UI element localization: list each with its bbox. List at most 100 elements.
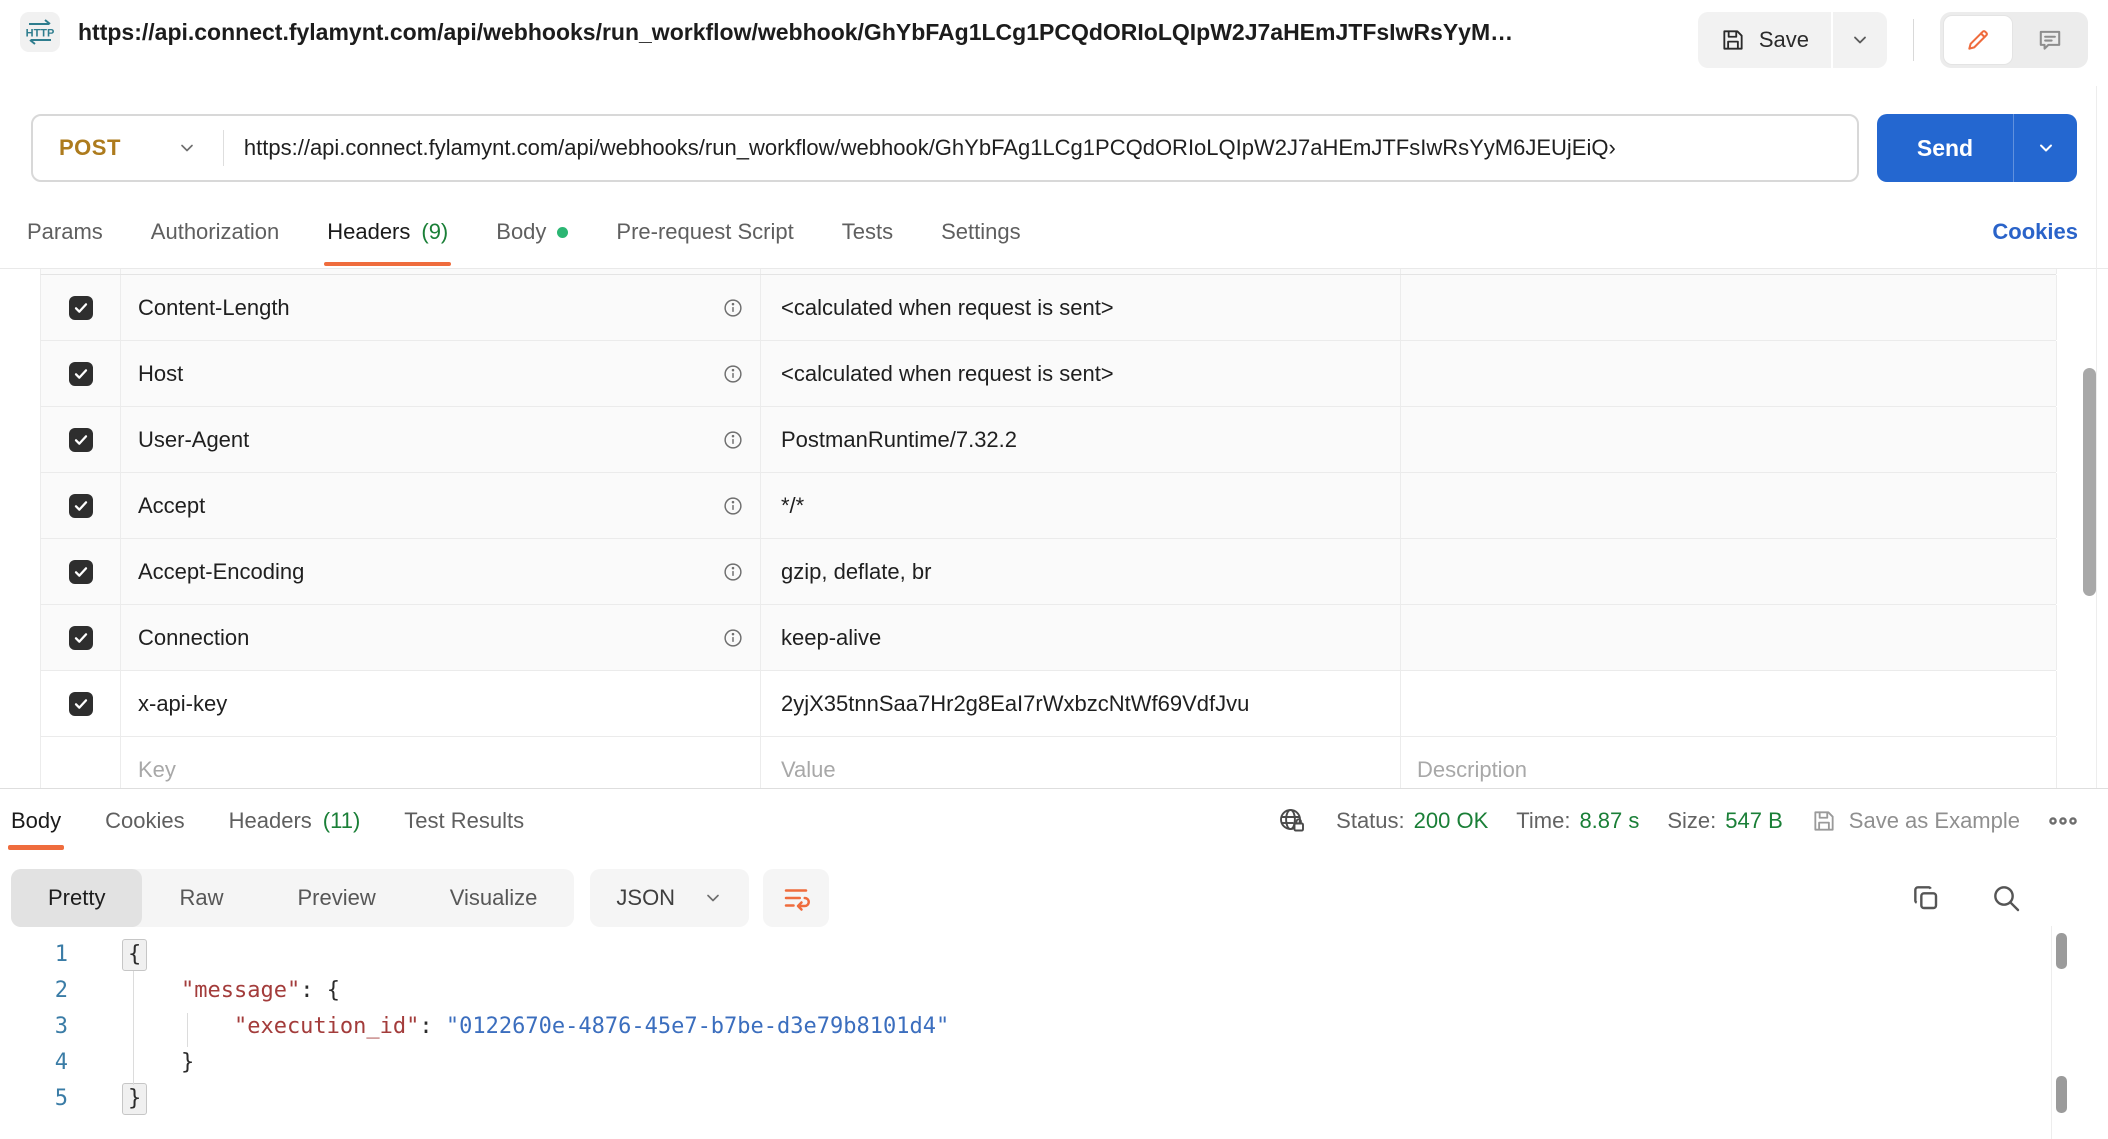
response-tab-test-results[interactable]: Test Results (404, 789, 524, 853)
search-button[interactable] (1990, 882, 2022, 914)
ellipsis-icon[interactable] (2048, 806, 2078, 836)
header-key[interactable]: Accept (138, 493, 205, 519)
header-checkbox[interactable] (69, 362, 93, 386)
info-icon[interactable] (722, 297, 744, 319)
status-label: Status: (1336, 808, 1404, 834)
pencil-icon (1965, 27, 1991, 53)
tab-body[interactable]: Body (496, 196, 568, 268)
view-pretty[interactable]: Pretty (11, 869, 142, 927)
header-checkbox[interactable] (69, 626, 93, 650)
tab-settings[interactable]: Settings (941, 196, 1021, 268)
new-header-description-placeholder[interactable]: Description (1401, 737, 2057, 788)
view-visualize[interactable]: Visualize (413, 869, 575, 927)
time-label: Time: (1516, 808, 1570, 834)
send-options-chevron[interactable] (2013, 114, 2077, 182)
tab-pre-request-script[interactable]: Pre-request Script (616, 196, 793, 268)
indent-guide (187, 1013, 188, 1047)
header-description[interactable] (1401, 341, 2057, 406)
header-key[interactable]: Accept-Encoding (138, 559, 304, 585)
header-value[interactable]: keep-alive (761, 605, 1401, 670)
comment-icon (2037, 27, 2063, 53)
header-checkbox[interactable] (69, 428, 93, 452)
wrap-text-button[interactable] (763, 869, 829, 927)
response-body-code[interactable]: 1 { 2 "message": { 3 "execution_id": "01… (0, 937, 2108, 1117)
send-button[interactable]: Send (1877, 114, 2013, 182)
new-header-key-placeholder[interactable]: Key (121, 737, 761, 788)
response-tab-cookies[interactable]: Cookies (105, 789, 184, 853)
copy-button[interactable] (1910, 882, 1942, 914)
search-icon (1990, 882, 2022, 914)
info-icon[interactable] (722, 495, 744, 517)
header-value[interactable]: <calculated when request is sent> (761, 275, 1401, 340)
info-icon[interactable] (722, 363, 744, 385)
header-key[interactable]: x-api-key (138, 691, 227, 717)
header-key[interactable]: Host (138, 361, 183, 387)
response-panel: Body Cookies Headers (11) Test Results (0, 788, 2108, 1139)
header-value[interactable]: 2yjX35tnnSaa7Hr2g8EaI7rWxbzcNtWf69VdfJvu (761, 671, 1401, 736)
view-raw[interactable]: Raw (142, 869, 260, 927)
info-icon[interactable] (722, 627, 744, 649)
fold-marker[interactable]: } (122, 1083, 147, 1115)
code-line: 5 } (0, 1081, 2108, 1117)
header-key[interactable]: Connection (138, 625, 249, 651)
url-input[interactable] (244, 116, 1857, 180)
tab-tests[interactable]: Tests (842, 196, 893, 268)
tab-params[interactable]: Params (27, 196, 103, 268)
table-row: Content-Length <calculated when request … (40, 275, 2056, 341)
response-tab-body[interactable]: Body (11, 789, 61, 853)
method-selector[interactable]: POST (33, 135, 223, 161)
header-value[interactable]: <calculated when request is sent> (761, 341, 1401, 406)
header-description[interactable] (1401, 473, 2057, 538)
header-value[interactable]: gzip, deflate, br (761, 539, 1401, 604)
response-scrollbar-thumb[interactable] (2056, 1076, 2067, 1113)
response-meta: Status: 200 OK Time: 8.87 s Size: 547 B (1276, 805, 2078, 837)
save-options-chevron[interactable] (1833, 12, 1887, 68)
table-row: Connection keep-alive (40, 605, 2056, 671)
table-row: Accept */* (40, 473, 2056, 539)
table-row: Accept-Encoding gzip, deflate, br (40, 539, 2056, 605)
header-checkbox[interactable] (69, 494, 93, 518)
info-icon[interactable] (722, 429, 744, 451)
header-description[interactable] (1401, 539, 2057, 604)
floppy-icon (1811, 808, 1837, 834)
edit-mode-button[interactable] (1944, 16, 2012, 64)
tab-authorization[interactable]: Authorization (151, 196, 279, 268)
window-scrollbar-thumb[interactable] (2083, 368, 2096, 596)
header-description[interactable] (1401, 605, 2057, 670)
header-description[interactable] (1401, 275, 2057, 340)
fold-marker[interactable]: { (122, 939, 147, 971)
header-checkbox[interactable] (69, 692, 93, 716)
globe-lock-icon[interactable] (1276, 805, 1308, 837)
header-value[interactable]: PostmanRuntime/7.32.2 (761, 407, 1401, 472)
header-checkbox[interactable] (69, 560, 93, 584)
topbar-divider (1913, 19, 1914, 61)
header-checkbox[interactable] (69, 296, 93, 320)
header-value[interactable]: */* (761, 473, 1401, 538)
indent-guide (133, 971, 134, 1085)
response-tab-headers[interactable]: Headers (11) (229, 789, 361, 853)
response-scrollbar-thumb[interactable] (2056, 933, 2067, 969)
comments-button[interactable] (2016, 16, 2084, 64)
view-preview[interactable]: Preview (260, 869, 412, 927)
header-key[interactable]: User-Agent (138, 427, 249, 453)
chevron-down-icon (177, 138, 197, 158)
copy-icon (1910, 882, 1942, 914)
new-header-value-placeholder[interactable]: Value (761, 737, 1401, 788)
wrap-text-icon (781, 883, 811, 913)
status-value: 200 OK (1414, 808, 1489, 834)
save-button[interactable]: Save (1698, 12, 1831, 68)
line-number: 1 (0, 937, 68, 973)
header-key[interactable]: Content-Length (138, 295, 290, 321)
topbar-actions: Save (1698, 12, 2088, 68)
cookies-link[interactable]: Cookies (1992, 219, 2078, 245)
format-selector[interactable]: JSON (590, 869, 749, 927)
tab-headers[interactable]: Headers (9) (327, 196, 448, 268)
header-description[interactable] (1401, 407, 2057, 472)
header-description[interactable] (1401, 671, 2057, 736)
method-label: POST (59, 135, 121, 161)
table-row: Host <calculated when request is sent> (40, 341, 2056, 407)
size-indicator: Size: 547 B (1667, 808, 1782, 834)
info-icon[interactable] (722, 561, 744, 583)
save-as-example-button[interactable]: Save as Example (1811, 808, 2020, 834)
line-number: 4 (0, 1045, 68, 1081)
